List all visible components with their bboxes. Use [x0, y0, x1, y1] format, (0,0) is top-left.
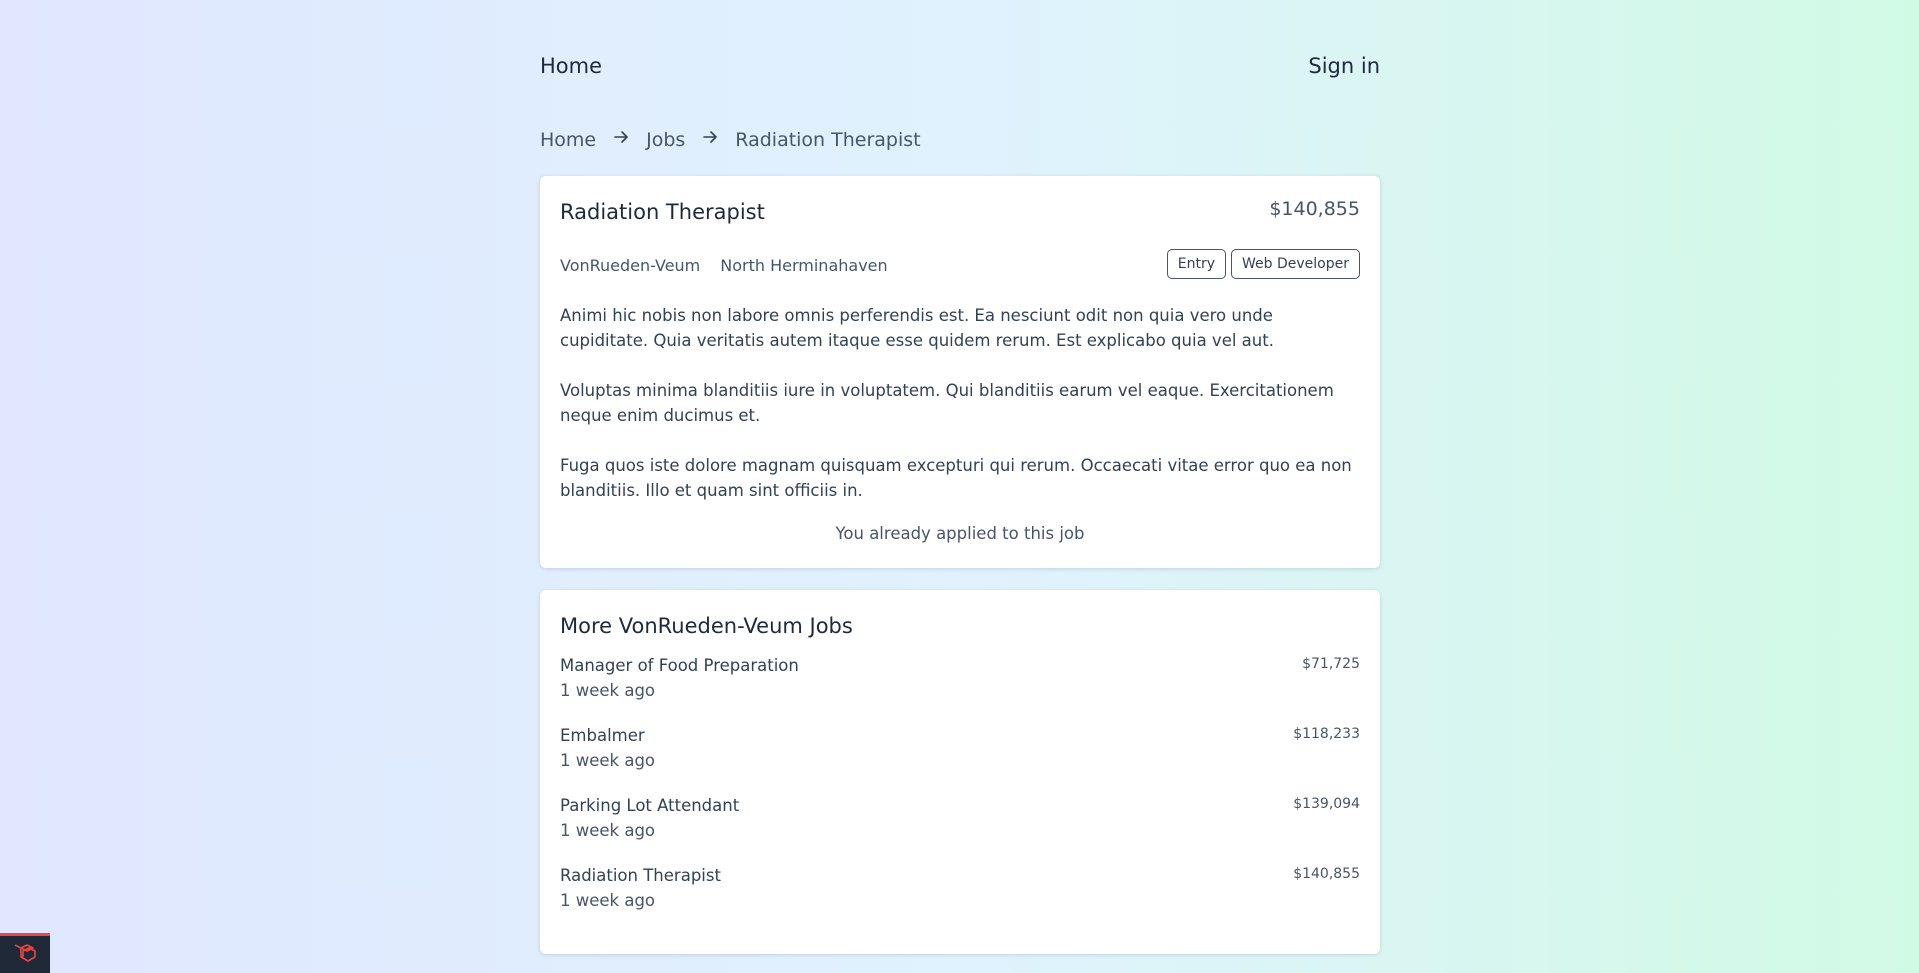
job-salary: $140,855 — [1293, 866, 1360, 882]
job-link[interactable]: Manager of Food Preparation — [560, 656, 799, 675]
job-link[interactable]: Parking Lot Attendant — [560, 796, 739, 815]
top-nav: Home Sign in — [540, 0, 1380, 136]
breadcrumb-jobs[interactable]: Jobs — [646, 129, 685, 151]
list-item[interactable]: Embalmer 1 week ago $118,233 — [560, 726, 1360, 796]
job-salary: $118,233 — [1293, 726, 1360, 742]
sign-in-link[interactable]: Sign in — [1308, 54, 1380, 78]
laravel-logo-icon — [12, 940, 38, 970]
tag-entry[interactable]: Entry — [1166, 249, 1227, 279]
job-detail-card: Radiation Therapist $140,855 VonRueden-V… — [540, 176, 1380, 568]
breadcrumb-home[interactable]: Home — [540, 129, 596, 151]
laravel-debug-badge[interactable] — [0, 933, 50, 973]
job-meta: VonRueden-Veum North Herminahaven — [560, 256, 888, 275]
posted-date: 1 week ago — [560, 681, 656, 700]
more-jobs-card: More VonRueden-Veum Jobs Manager of Food… — [540, 590, 1380, 954]
breadcrumb: Home Jobs Radiation Therapist — [540, 128, 921, 151]
applied-status: You already applied to this job — [835, 524, 1085, 543]
job-location: North Herminahaven — [720, 256, 888, 275]
list-item[interactable]: Manager of Food Preparation 1 week ago $… — [560, 656, 1360, 726]
description-paragraph: Fuga quos iste dolore magnam quisquam ex… — [560, 456, 1352, 500]
company-name[interactable]: VonRueden-Veum — [560, 256, 700, 275]
tag-web-developer[interactable]: Web Developer — [1231, 249, 1360, 279]
job-tags: Entry Web Developer — [1166, 249, 1360, 279]
job-description: Animi hic nobis non labore omnis perfere… — [560, 303, 1360, 528]
list-item[interactable]: Radiation Therapist 1 week ago $140,855 — [560, 866, 1360, 936]
job-title: Radiation Therapist — [560, 200, 765, 224]
more-jobs-list: Manager of Food Preparation 1 week ago $… — [560, 656, 1360, 936]
arrow-right-icon — [701, 128, 719, 151]
posted-date: 1 week ago — [560, 891, 656, 910]
job-link[interactable]: Radiation Therapist — [560, 866, 721, 885]
job-salary: $139,094 — [1293, 796, 1360, 812]
posted-date: 1 week ago — [560, 751, 656, 770]
posted-date: 1 week ago — [560, 821, 656, 840]
breadcrumb-current: Radiation Therapist — [735, 128, 921, 151]
more-jobs-title: More VonRueden-Veum Jobs — [560, 614, 853, 638]
nav-home-link[interactable]: Home — [540, 54, 602, 78]
page-container: Home Sign in Home Jobs Radiation Therapi… — [540, 0, 1380, 954]
description-paragraph: Voluptas minima blanditiis iure in volup… — [560, 381, 1334, 425]
description-paragraph: Animi hic nobis non labore omnis perfere… — [560, 306, 1274, 350]
job-link[interactable]: Embalmer — [560, 726, 645, 745]
arrow-right-icon — [612, 128, 630, 151]
job-salary: $140,855 — [1269, 198, 1360, 220]
list-item[interactable]: Parking Lot Attendant 1 week ago $139,09… — [560, 796, 1360, 866]
job-salary: $71,725 — [1302, 656, 1360, 672]
